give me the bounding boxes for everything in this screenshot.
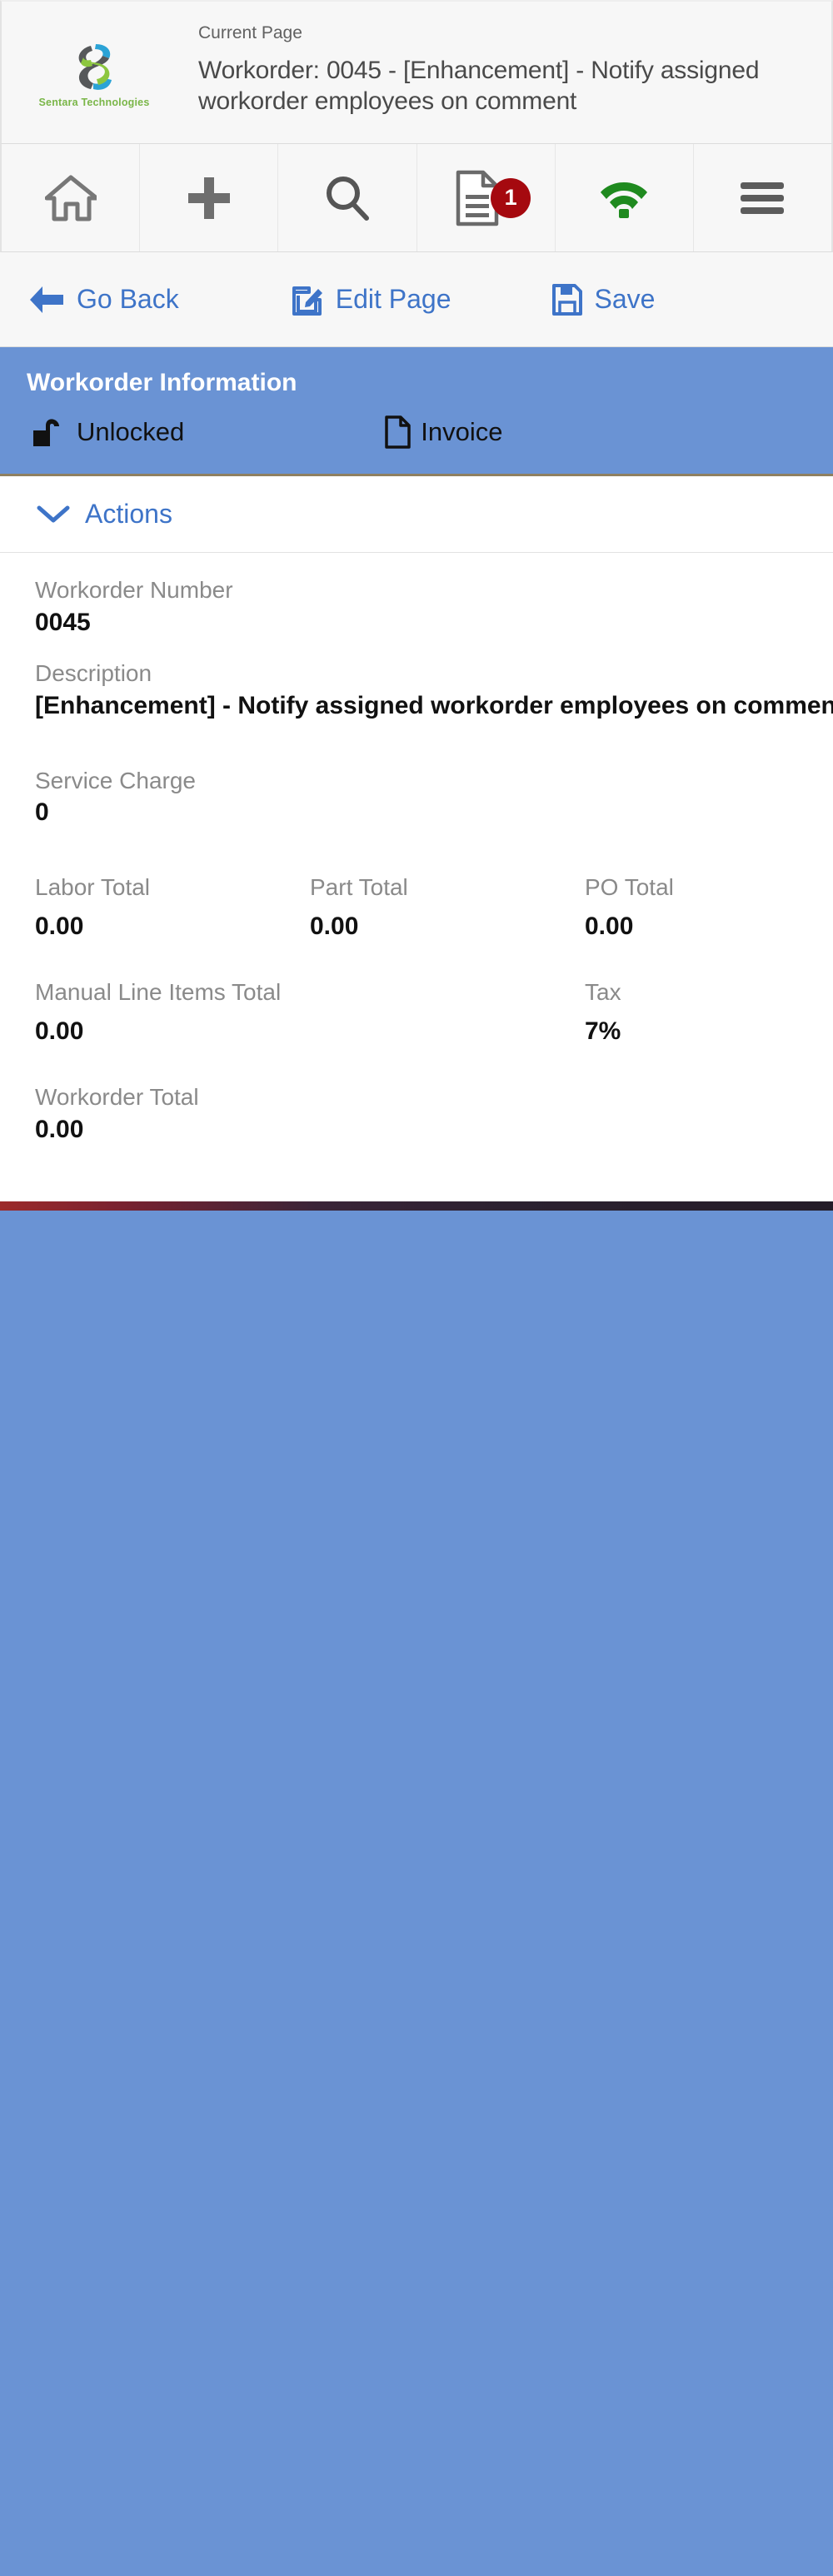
next-section-banner (0, 1210, 833, 2576)
arrow-left-icon (30, 286, 63, 313)
workorder-total-value[interactable]: 0.00 (35, 1113, 833, 1147)
search-icon (326, 176, 369, 221)
service-charge-label: Service Charge (35, 767, 196, 793)
toolbar-menu-button[interactable] (694, 144, 831, 251)
wifi-icon (601, 182, 648, 218)
invoice-label: Invoice (421, 417, 503, 446)
chevron-down-icon (37, 505, 70, 522)
edit-page-label: Edit Page (335, 284, 451, 314)
manual-line-items-total-value[interactable]: 0.00 (35, 1015, 585, 1049)
description-label: Description (35, 660, 152, 687)
documents-badge: 1 (491, 177, 531, 218)
workorder-number-label: Workorder Number (35, 577, 233, 603)
section-divider-gradient (0, 1201, 833, 1211)
hamburger-icon (741, 182, 785, 214)
po-total-value[interactable]: 0.00 (585, 910, 833, 944)
banner-action-group: Unlocked Invoice (0, 415, 833, 449)
toolbar-add-button[interactable] (140, 144, 279, 251)
page-title: Workorder: 0045 - [Enhancement] - Notify… (198, 57, 766, 115)
home-icon (44, 175, 97, 221)
tax-value[interactable]: 7% (585, 1015, 833, 1049)
edit-page-button[interactable]: Edit Page (292, 284, 451, 316)
logo-wordmark: Sentara Technologies (38, 97, 150, 108)
field-workorder-total: Workorder Total 0.00 (0, 1082, 833, 1146)
current-page-label: Current Page (198, 23, 302, 42)
app-header: Sentara Technologies Current Page Workor… (0, 0, 833, 144)
totals-row-1: Labor Total Part Total PO Total 0.00 0.0… (0, 872, 833, 943)
labor-total-label: Labor Total (35, 873, 151, 900)
tax-label: Tax (585, 979, 621, 1006)
manual-line-items-total-label: Manual Line Items Total (35, 979, 282, 1006)
toolbar-connection-status[interactable] (556, 144, 694, 251)
go-back-label: Go Back (77, 284, 179, 314)
labor-total-value[interactable]: 0.00 (35, 910, 310, 944)
actions-collapse-row[interactable]: Actions (0, 476, 833, 553)
totals-row-2: Manual Line Items Total Tax 0.00 7% (0, 977, 833, 1048)
header-text-group: Current Page Workorder: 0045 - [Enhancem… (187, 2, 831, 117)
po-total-label: PO Total (585, 873, 674, 900)
toolbar-home-button[interactable] (2, 144, 141, 251)
save-label: Save (594, 284, 656, 314)
lock-status-toggle[interactable]: Unlocked (32, 416, 184, 448)
save-floppy-icon (552, 283, 583, 316)
icon-toolbar: 1 (0, 144, 833, 252)
edit-pencil-icon (292, 286, 322, 316)
go-back-button[interactable]: Go Back (28, 284, 179, 315)
section-title: Workorder Information (27, 369, 297, 396)
unlock-icon (33, 419, 59, 446)
toolbar-documents-button[interactable]: 1 (417, 144, 556, 251)
toolbar-search-button[interactable] (278, 144, 417, 251)
field-service-charge: Service Charge 0 (0, 765, 833, 830)
description-value[interactable]: [Enhancement] - Notify assigned workorde… (35, 689, 833, 724)
workorder-number-value[interactable]: 0045 (35, 606, 833, 640)
part-total-value[interactable]: 0.00 (310, 910, 585, 944)
invoice-document-icon (385, 415, 411, 449)
workorder-form-body: Workorder Number 0045 Description [Enhan… (0, 553, 833, 1201)
field-description: Description [Enhancement] - Notify assig… (0, 658, 833, 723)
sentara-logo-icon (78, 44, 112, 90)
service-charge-value[interactable]: 0 (35, 796, 833, 830)
logo[interactable]: Sentara Technologies (2, 2, 187, 143)
page-action-bar: Go Back Edit Page Save (0, 252, 833, 347)
part-total-label: Part Total (310, 873, 408, 900)
lock-status-label: Unlocked (77, 417, 185, 446)
plus-icon (187, 177, 230, 219)
save-button[interactable]: Save (552, 283, 656, 316)
invoice-button[interactable]: Invoice (384, 415, 502, 449)
workorder-total-label: Workorder Total (35, 1084, 199, 1111)
actions-label: Actions (85, 499, 172, 529)
workorder-information-banner: Workorder Information Unlocked Invoice (0, 347, 833, 476)
field-workorder-number: Workorder Number 0045 (0, 574, 833, 639)
